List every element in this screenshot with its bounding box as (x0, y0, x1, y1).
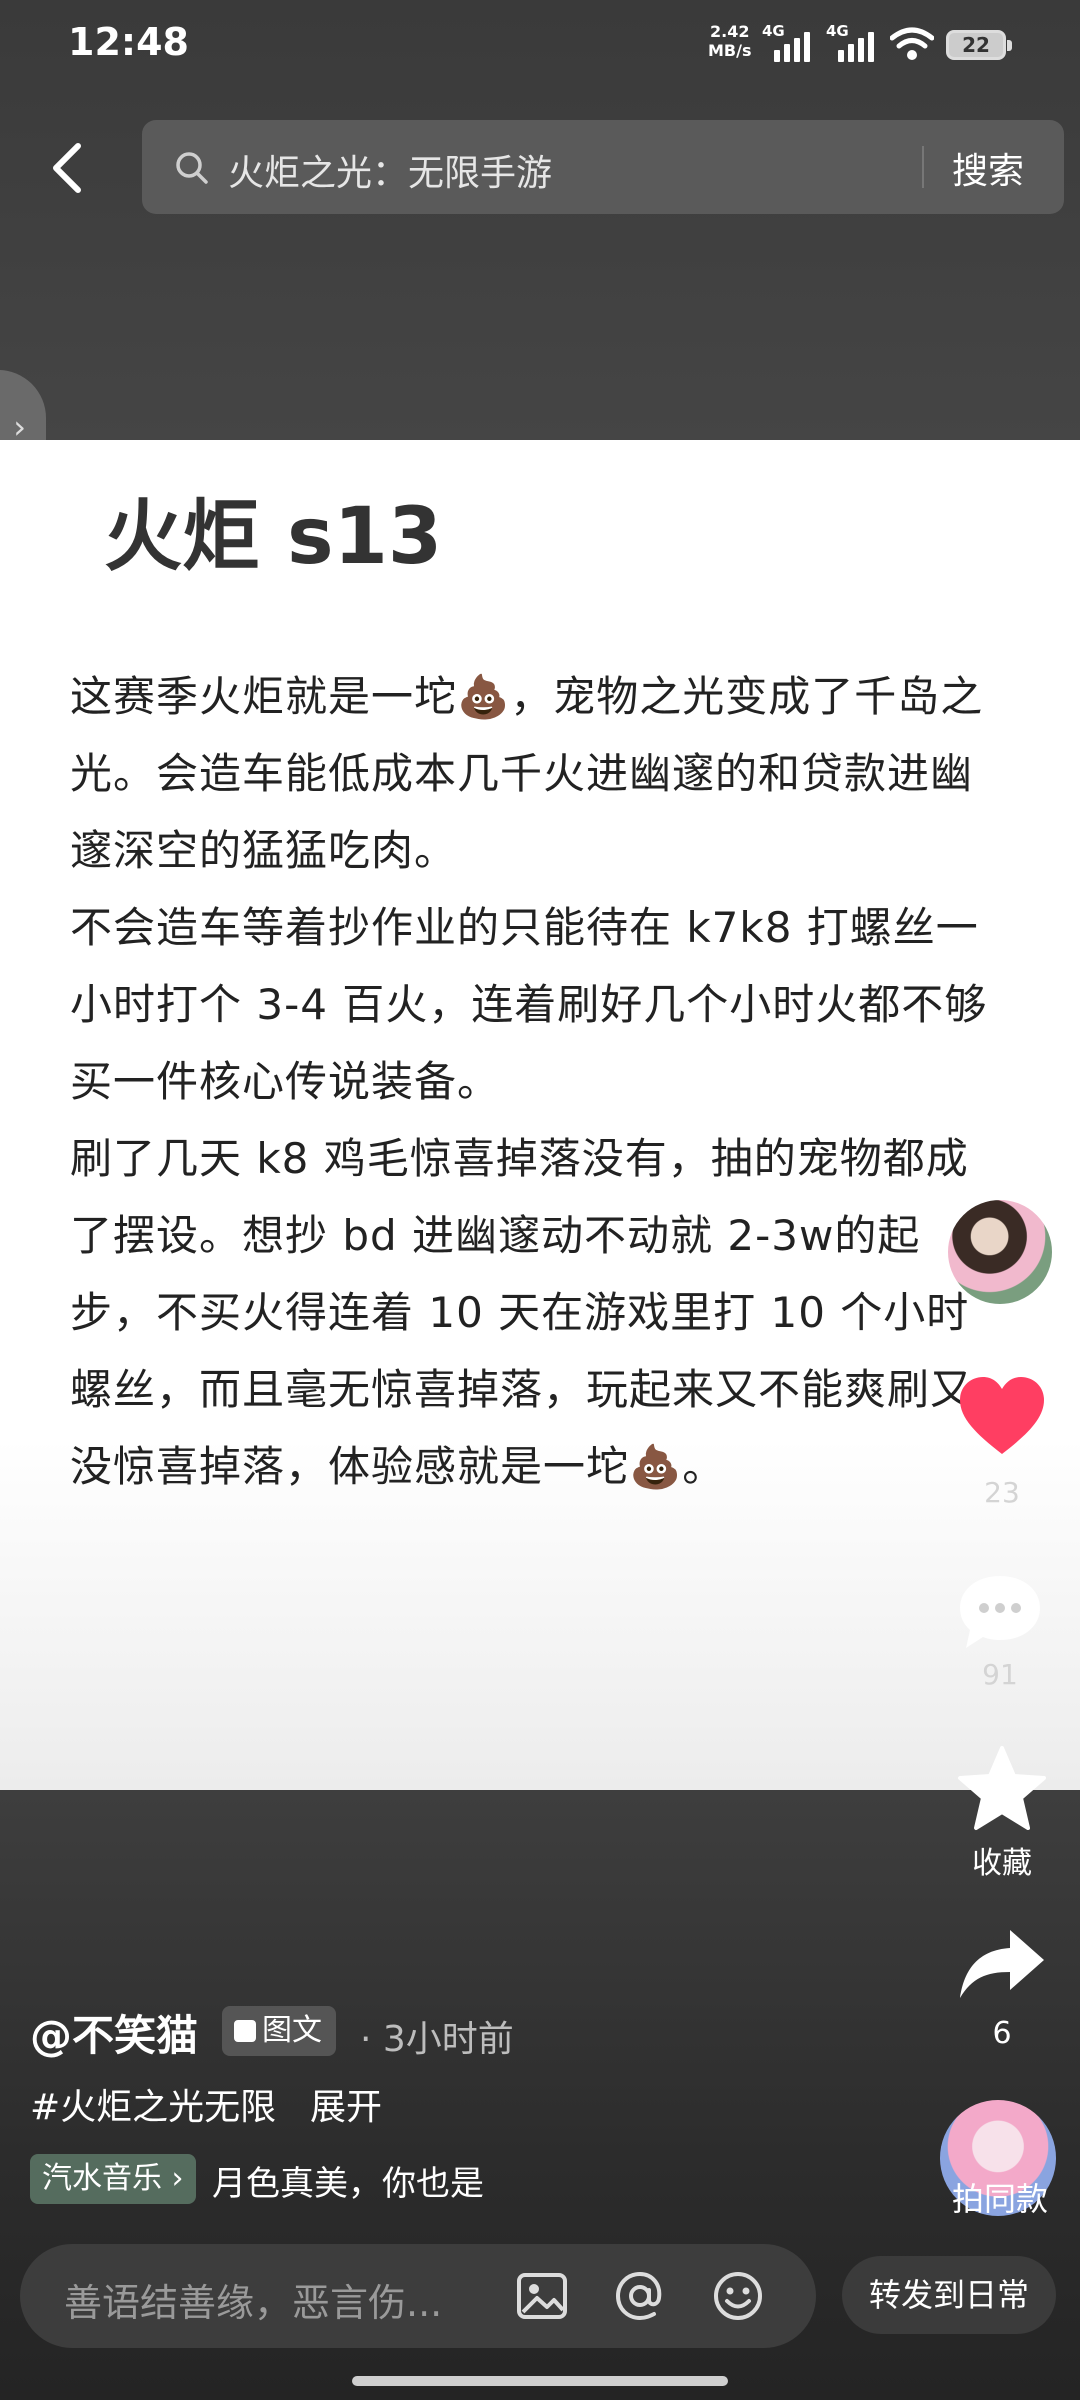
share-icon[interactable] (956, 1926, 1048, 2002)
author-avatar[interactable] (944, 1196, 1056, 1308)
status-time: 12:48 (68, 20, 189, 64)
post-type-label: 图文 (262, 2013, 322, 2048)
heart-icon[interactable] (956, 1374, 1048, 1458)
wifi-icon (890, 27, 934, 60)
emoji-icon[interactable] (710, 2268, 766, 2324)
comment-count: 91 (982, 1658, 1018, 1691)
star-icon[interactable] (956, 1744, 1048, 1832)
net-speed-value: 2.42 (710, 22, 750, 41)
net-speed-unit: MB/s (708, 41, 752, 60)
search-divider (922, 146, 924, 188)
music-title[interactable]: 月色真美，你也是 (212, 2156, 484, 2205)
post-body: 这赛季火炬就是一坨💩，宠物之光变成了千岛之光。会造车能低成本几千火进幽邃的和贷款… (70, 658, 1000, 1505)
author-name[interactable]: @不笑猫 (30, 2002, 198, 2063)
net-speed: 2.42 MB/s (708, 22, 751, 60)
search-input[interactable]: 火炬之光：无限手游 (228, 144, 552, 196)
at-mention-icon[interactable] (612, 2268, 668, 2324)
post-paragraph: 刷了几天 k8 鸡毛惊喜掉落没有，抽的宠物都成了摆设。想抄 bd 进幽邃动不动就… (70, 1134, 974, 1491)
signal-1-icon (774, 28, 810, 62)
image-text-icon (234, 2020, 256, 2042)
favorite-label: 收藏 (972, 1846, 1032, 1881)
search-bar[interactable]: 火炬之光：无限手游 搜索 (142, 120, 1064, 214)
signal-2-icon (838, 28, 874, 62)
status-bar: 12:48 2.42 MB/s 4G 4G 22 (0, 0, 1080, 90)
search-button[interactable]: 搜索 (952, 142, 1024, 194)
post-type-badge: 图文 (222, 2006, 336, 2056)
search-icon (176, 152, 208, 184)
same-style-label[interactable]: 拍同款 (940, 2174, 1060, 2220)
forward-to-daily-button[interactable]: 转发到日常 (842, 2256, 1056, 2334)
comment-input-bar[interactable]: 善语结善缘，恶言伤... (20, 2244, 816, 2348)
expand-button[interactable]: 展开 (310, 2078, 382, 2130)
home-indicator[interactable] (352, 2376, 728, 2386)
comment-icon[interactable] (954, 1570, 1046, 1654)
music-badge[interactable]: 汽水音乐 › (30, 2154, 196, 2204)
hashtag-link[interactable]: #火炬之光无限 (30, 2078, 276, 2130)
post-title: 火炬 s13 (104, 492, 443, 582)
post-paragraph: 不会造车等着抄作业的只能待在 k7k8 打螺丝一小时打个 3-4 百火，连着刷好… (70, 903, 988, 1106)
image-icon[interactable] (514, 2268, 570, 2324)
post-paragraph: 这赛季火炬就是一坨💩，宠物之光变成了千岛之光。会造车能低成本几千火进幽邃的和贷款… (70, 672, 984, 875)
post-time: · 3小时前 (360, 2019, 514, 2060)
post-card[interactable]: 火炬 s13 这赛季火炬就是一坨💩，宠物之光变成了千岛之光。会造车能低成本几千火… (0, 440, 1080, 1790)
back-arrow-icon[interactable] (48, 140, 88, 196)
battery-icon: 22 (946, 30, 1012, 60)
share-count: 6 (992, 2016, 1012, 2051)
like-count: 23 (984, 1476, 1020, 1509)
comment-input[interactable]: 善语结善缘，恶言伤... (64, 2272, 442, 2327)
